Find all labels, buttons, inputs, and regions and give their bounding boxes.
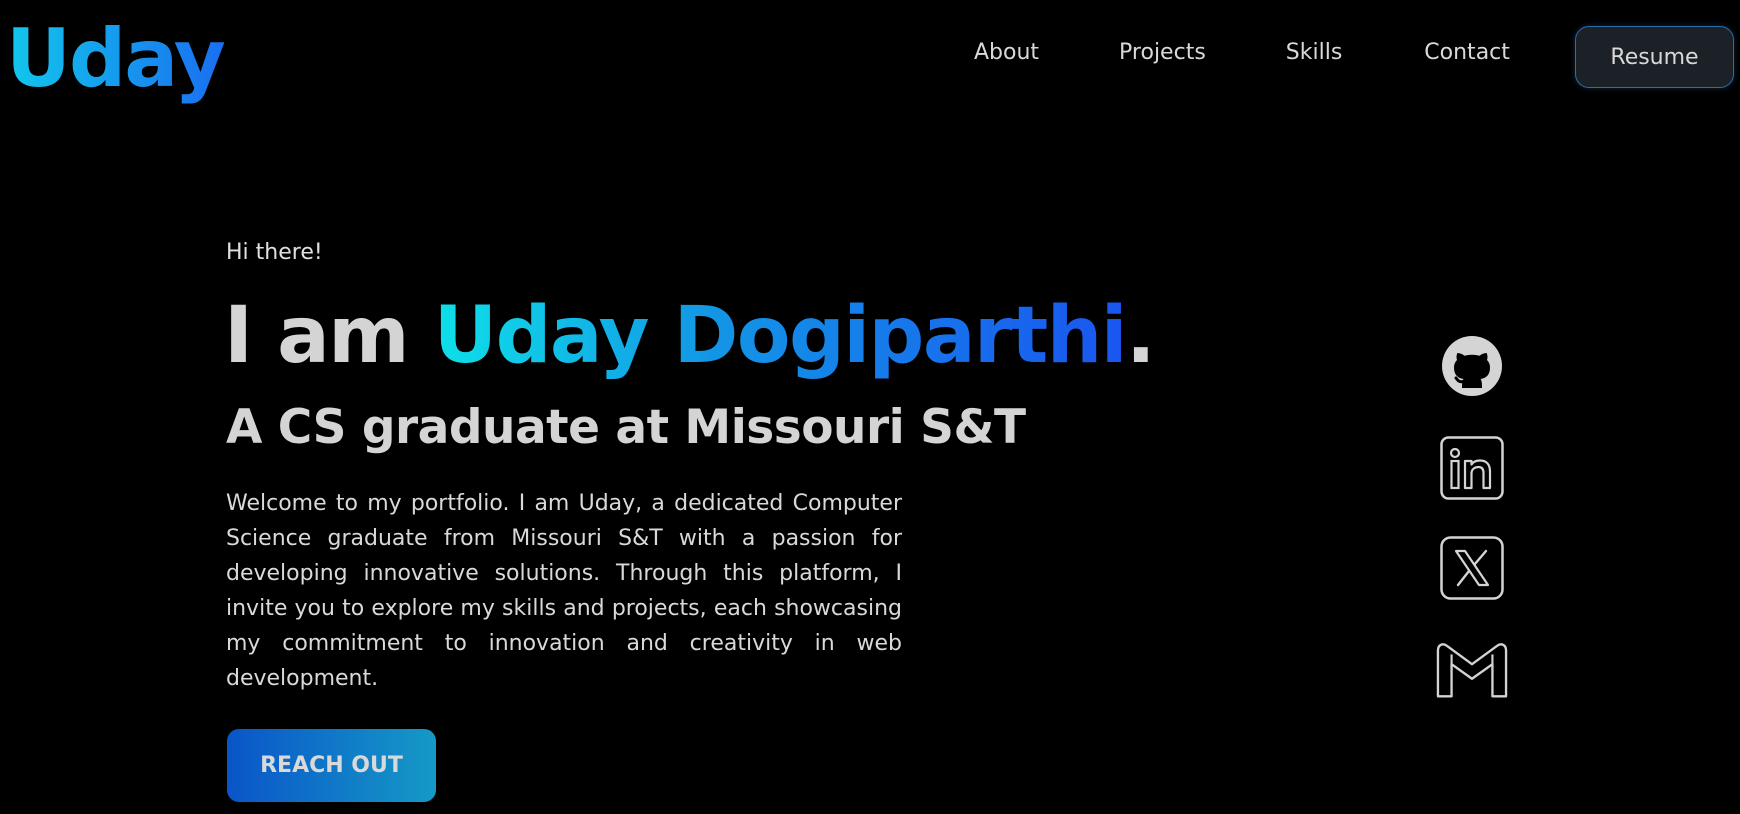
intro-paragraph: Welcome to my portfolio. I am Uday, a de…	[226, 491, 902, 691]
nav-link-contact[interactable]: Contact	[1424, 40, 1510, 65]
gmail-icon	[1436, 643, 1508, 698]
nav-link-skills[interactable]: Skills	[1286, 40, 1343, 65]
portfolio-page: Uday About Projects Skills Contact Resum…	[0, 0, 1740, 814]
x-icon	[1440, 536, 1504, 600]
github-icon	[1442, 336, 1502, 396]
linkedin-link[interactable]	[1436, 432, 1508, 504]
gmail-link[interactable]	[1436, 634, 1508, 706]
main-nav: About Projects Skills Contact	[974, 40, 1510, 65]
headline-suffix: .	[1126, 291, 1156, 381]
headline-prefix: I am	[224, 291, 434, 381]
greeting-text: Hi there!	[226, 240, 323, 265]
linkedin-icon	[1440, 436, 1504, 500]
reach-out-button[interactable]: REACH OUT	[227, 729, 436, 802]
resume-button[interactable]: Resume	[1575, 26, 1734, 88]
headline-name: Uday Dogiparthi	[433, 291, 1128, 381]
nav-link-projects[interactable]: Projects	[1119, 40, 1206, 65]
x-twitter-link[interactable]	[1436, 532, 1508, 604]
nav-link-about[interactable]: About	[974, 40, 1039, 65]
hero-headline: I am Uday Dogiparthi.	[224, 288, 1156, 384]
site-logo[interactable]: Uday	[6, 14, 226, 104]
hero-subheadline: A CS graduate at Missouri S&T	[226, 400, 1026, 455]
github-link[interactable]	[1436, 330, 1508, 402]
